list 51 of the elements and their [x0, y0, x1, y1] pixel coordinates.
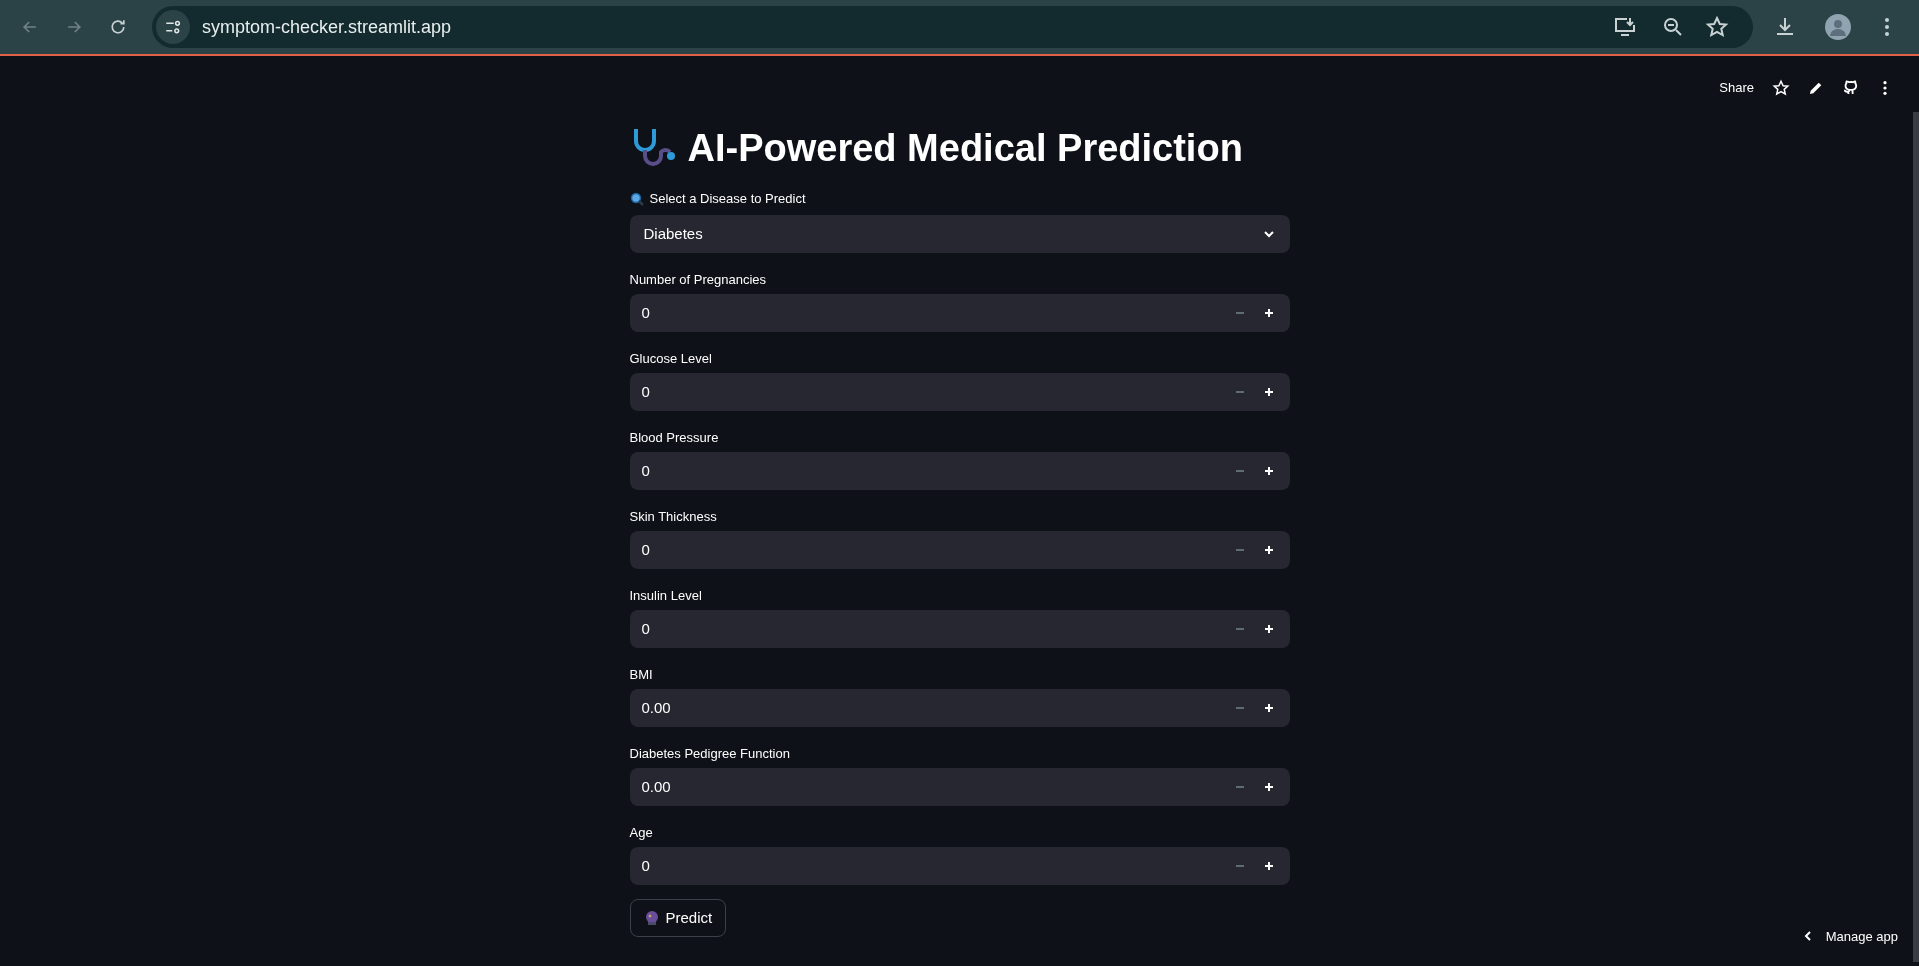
number-input[interactable]: 0.00	[629, 689, 1226, 727]
plus-icon	[1264, 782, 1274, 792]
increment-button[interactable]	[1254, 294, 1290, 332]
number-input[interactable]: 0	[629, 610, 1226, 648]
plus-icon	[1264, 624, 1274, 634]
plus-icon	[1264, 703, 1274, 713]
field-label: Insulin Level	[629, 587, 703, 605]
number-input[interactable]: 0.00	[629, 768, 1226, 806]
field-label: Blood Pressure	[629, 429, 720, 447]
select-label: Select a Disease to Predict	[649, 190, 806, 209]
plus-icon	[1264, 861, 1274, 871]
number-input[interactable]: 0	[629, 452, 1226, 490]
field-label: Age	[629, 824, 654, 842]
field-label: Number of Pregnancies	[629, 271, 768, 289]
page-title: AI-Powered Medical Prediction	[687, 129, 1243, 167]
url-text: symptom-checker.streamlit.app	[202, 15, 452, 39]
field-label: Diabetes Pedigree Function	[629, 745, 791, 763]
increment-button[interactable]	[1254, 531, 1290, 569]
manage-app-button[interactable]: Manage app	[1825, 926, 1898, 946]
share-button[interactable]: Share	[1719, 78, 1754, 98]
plus-icon	[1264, 308, 1274, 318]
reload-icon[interactable]	[108, 17, 128, 37]
increment-button[interactable]	[1254, 847, 1290, 885]
number-input[interactable]: 0	[629, 847, 1226, 885]
dropdown-value: Diabetes	[643, 223, 704, 244]
number-input[interactable]: 0	[629, 294, 1226, 332]
profile-avatar[interactable]	[1825, 14, 1851, 40]
increment-button[interactable]	[1254, 768, 1290, 806]
install-app-icon[interactable]	[1613, 15, 1637, 39]
star-icon[interactable]	[1772, 78, 1790, 97]
plus-icon	[1264, 387, 1274, 397]
star-icon[interactable]	[1705, 15, 1729, 39]
predict-button[interactable]: Predict	[629, 899, 727, 937]
crystal-ball-icon	[643, 910, 660, 926]
plus-icon	[1264, 545, 1274, 555]
number-input[interactable]: 0	[629, 373, 1226, 411]
field-label: BMI	[629, 666, 654, 684]
increment-button[interactable]	[1254, 610, 1290, 648]
increment-button[interactable]	[1254, 373, 1290, 411]
disease-dropdown[interactable]: Diabetes	[629, 215, 1290, 253]
address-bar[interactable]: symptom-checker.streamlit.app	[152, 6, 1753, 48]
scrollbar[interactable]	[1913, 112, 1919, 962]
increment-button[interactable]	[1254, 689, 1290, 727]
field-label: Skin Thickness	[629, 508, 718, 526]
magnifier-icon	[629, 192, 644, 206]
plus-icon	[1264, 466, 1274, 476]
github-icon[interactable]	[1842, 79, 1859, 97]
site-settings-icon[interactable]	[156, 10, 190, 44]
number-input[interactable]: 0	[629, 531, 1226, 569]
field-label: Glucose Level	[629, 350, 713, 368]
increment-button[interactable]	[1254, 452, 1290, 490]
